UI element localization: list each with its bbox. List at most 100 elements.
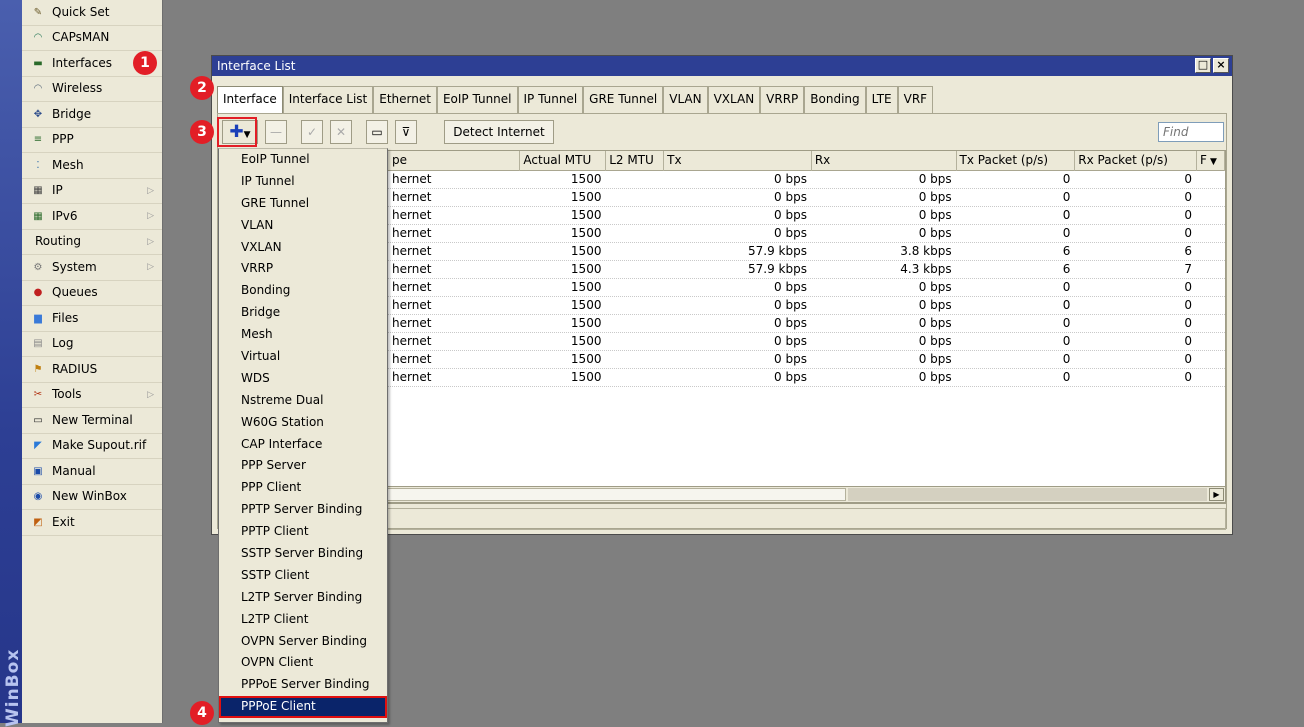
menu-item-mesh[interactable]: ⁚ Mesh bbox=[22, 153, 162, 179]
menu-item-ip[interactable]: ▦ IP ▷ bbox=[22, 179, 162, 204]
cell-rx-packet: 0 bbox=[1184, 298, 1193, 312]
col-l2-mtu[interactable]: L2 MTU bbox=[606, 151, 665, 171]
add-menu-item-virtual[interactable]: Virtual bbox=[219, 346, 387, 368]
add-menu-item-pptp-client[interactable]: PPTP Client bbox=[219, 521, 387, 543]
menu-item-radius[interactable]: ⚑ RADIUS bbox=[22, 357, 162, 383]
tab-gre-tunnel[interactable]: GRE Tunnel bbox=[583, 86, 664, 113]
disable-button[interactable]: ✕ bbox=[330, 120, 352, 144]
cell-tx: 0 bps bbox=[774, 172, 807, 186]
col-f[interactable]: F ▼ bbox=[1197, 151, 1225, 171]
add-menu-item-vxlan[interactable]: VXLAN bbox=[219, 237, 387, 259]
check-icon: ✓ bbox=[306, 125, 318, 139]
menu-item-new-terminal[interactable]: ▭ New Terminal bbox=[22, 408, 162, 434]
add-menu-item-wds[interactable]: WDS bbox=[219, 368, 387, 390]
tab-vrrp[interactable]: VRRP bbox=[760, 86, 805, 113]
tab-bonding[interactable]: Bonding bbox=[804, 86, 866, 113]
add-menu-item-pptp-server-binding[interactable]: PPTP Server Binding bbox=[219, 499, 387, 521]
window-title: Interface List bbox=[217, 59, 296, 73]
menu-item-system[interactable]: ⚙ System ▷ bbox=[22, 255, 162, 281]
submenu-arrow-icon: ▷ bbox=[147, 211, 154, 221]
menu-item-ppp[interactable]: ≡ PPP bbox=[22, 128, 162, 153]
tab-ethernet[interactable]: Ethernet bbox=[373, 86, 437, 113]
menu-item-exit[interactable]: ◩ Exit bbox=[22, 510, 162, 536]
menu-item-tools[interactable]: ✂ Tools ▷ bbox=[22, 383, 162, 408]
comment-button[interactable]: ▭ bbox=[366, 120, 388, 144]
menu-item-label: Files bbox=[52, 310, 79, 325]
add-menu-item-ppp-server[interactable]: PPP Server bbox=[219, 455, 387, 477]
add-menu-item-bridge[interactable]: Bridge bbox=[219, 302, 387, 324]
add-menu-item-l2tp-client[interactable]: L2TP Client bbox=[219, 609, 387, 631]
tab-lte[interactable]: LTE bbox=[865, 86, 898, 113]
col-rx-packet[interactable]: Rx Packet (p/s) bbox=[1075, 151, 1198, 171]
cell-l2-mtu bbox=[606, 225, 664, 243]
menu-item-bridge[interactable]: ✥ Bridge bbox=[22, 102, 162, 128]
add-menu-item-pppoe-client[interactable]: PPPoE Client bbox=[219, 696, 387, 719]
add-menu-item-mesh[interactable]: Mesh bbox=[219, 324, 387, 346]
bridge-icon: ✥ bbox=[33, 108, 43, 120]
cell-rx: 0 bps bbox=[918, 334, 952, 348]
tab-eoip-tunnel[interactable]: EoIP Tunnel bbox=[436, 86, 518, 113]
add-menu-item-ppp-client[interactable]: PPP Client bbox=[219, 477, 387, 499]
menu-item-quick-set[interactable]: ✎ Quick Set bbox=[22, 0, 162, 26]
cell-rx: 0 bps bbox=[918, 298, 952, 312]
col-tx[interactable]: Tx bbox=[664, 151, 812, 171]
remove-button[interactable]: — bbox=[265, 120, 287, 144]
tab-vlan[interactable]: VLAN bbox=[663, 86, 708, 113]
maximize-icon[interactable]: □ bbox=[1195, 58, 1211, 73]
cell-actual-mtu: 1500 bbox=[570, 208, 602, 222]
add-menu-item-nstreme-dual[interactable]: Nstreme Dual bbox=[219, 390, 387, 412]
menu-item-new-winbox[interactable]: ◉ New WinBox bbox=[22, 485, 162, 510]
add-menu-item-vlan[interactable]: VLAN bbox=[219, 215, 387, 237]
scroll-right-icon[interactable]: ▶ bbox=[1209, 488, 1224, 501]
add-menu-item-l2tp-server-binding[interactable]: L2TP Server Binding bbox=[219, 587, 387, 609]
col-rx[interactable]: Rx bbox=[812, 151, 957, 171]
cell-tx: 57.9 kbps bbox=[748, 262, 807, 276]
tab-vxlan[interactable]: VXLAN bbox=[707, 86, 761, 113]
add-menu-item-ovpn-client[interactable]: OVPN Client bbox=[219, 652, 387, 674]
menu-item-log[interactable]: ▤ Log bbox=[22, 332, 162, 357]
step-badge-2: 2 bbox=[190, 76, 214, 100]
menu-item-routing[interactable]: Routing ▷ bbox=[22, 230, 162, 255]
col-tx-packet[interactable]: Tx Packet (p/s) bbox=[957, 151, 1076, 171]
tab-ip-tunnel[interactable]: IP Tunnel bbox=[517, 86, 584, 113]
detect-internet-button[interactable]: Detect Internet bbox=[444, 120, 554, 144]
find-input[interactable] bbox=[1158, 122, 1224, 142]
cell-tx: 0 bps bbox=[774, 190, 807, 204]
add-menu-item-cap-interface[interactable]: CAP Interface bbox=[219, 434, 387, 456]
add-menu-item-sstp-client[interactable]: SSTP Client bbox=[219, 565, 387, 587]
menu-item-capsman[interactable]: ◠ CAPsMAN bbox=[22, 26, 162, 51]
menu-item-manual[interactable]: ▣ Manual bbox=[22, 459, 162, 485]
tab-interface-list[interactable]: Interface List bbox=[282, 86, 374, 113]
menu-item-wireless[interactable]: ◠ Wireless bbox=[22, 77, 162, 102]
cell-tx-packet: 0 bbox=[1062, 316, 1071, 330]
menu-item-files[interactable]: ▆ Files bbox=[22, 306, 162, 332]
menu-item-make-supout-rif[interactable]: ◤ Make Supout.rif bbox=[22, 434, 162, 459]
cell-tx: 0 bps bbox=[774, 298, 807, 312]
manual-icon: ▣ bbox=[33, 465, 43, 477]
add-menu-item-gre-tunnel[interactable]: GRE Tunnel bbox=[219, 193, 387, 215]
add-menu-item-ip-tunnel[interactable]: IP Tunnel bbox=[219, 171, 387, 193]
add-menu-item-ovpn-server-binding[interactable]: OVPN Server Binding bbox=[219, 631, 387, 653]
menu-item-label: Exit bbox=[52, 514, 75, 529]
window-titlebar[interactable]: Interface List □ × bbox=[212, 56, 1232, 76]
cell-f bbox=[1197, 171, 1225, 189]
add-menu-item-eoip-tunnel[interactable]: EoIP Tunnel bbox=[219, 149, 387, 171]
close-icon[interactable]: × bbox=[1213, 58, 1229, 73]
add-menu-item-sstp-server-binding[interactable]: SSTP Server Binding bbox=[219, 543, 387, 565]
cell-l2-mtu bbox=[606, 297, 664, 315]
add-menu-item-w60g-station[interactable]: W60G Station bbox=[219, 412, 387, 434]
tab-vrf[interactable]: VRF bbox=[897, 86, 934, 113]
col-type[interactable]: pe bbox=[392, 151, 407, 171]
col-actual-mtu[interactable]: Actual MTU bbox=[520, 151, 607, 171]
add-menu-item-pppoe-server-binding[interactable]: PPPoE Server Binding bbox=[219, 674, 387, 696]
scrollbar-track[interactable] bbox=[848, 488, 1207, 501]
menu-item-ipv6[interactable]: ▦ IPv6 ▷ bbox=[22, 204, 162, 230]
cell-rx-packet: 0 bbox=[1184, 190, 1193, 204]
menu-item-queues[interactable]: ● Queues bbox=[22, 281, 162, 306]
filter-button[interactable]: ⊽ bbox=[395, 120, 417, 144]
add-menu-item-vrrp[interactable]: VRRP bbox=[219, 258, 387, 280]
enable-button[interactable]: ✓ bbox=[301, 120, 323, 144]
supout-icon: ◤ bbox=[34, 440, 42, 452]
column-menu-icon[interactable]: ▼ bbox=[1210, 157, 1217, 167]
add-menu-item-bonding[interactable]: Bonding bbox=[219, 280, 387, 302]
